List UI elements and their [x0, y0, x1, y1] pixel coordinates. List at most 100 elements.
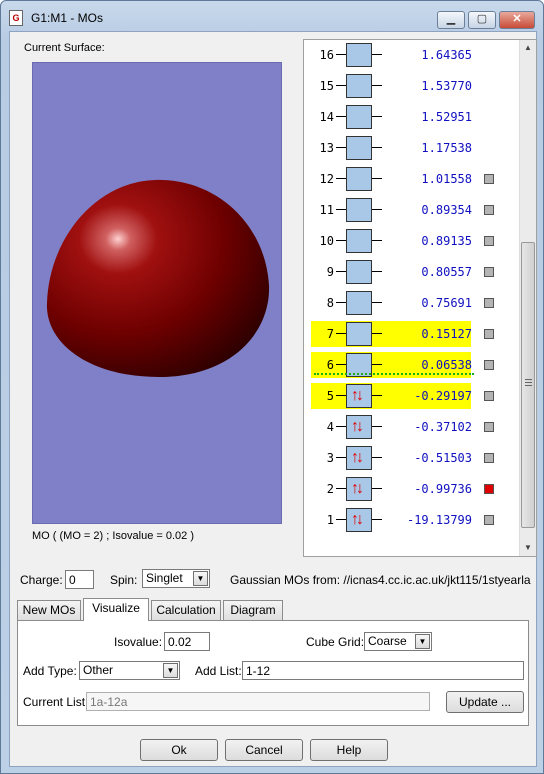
orbital-box[interactable] [346, 43, 372, 67]
mo-number: 13 [319, 141, 334, 155]
mo-energy-list[interactable]: 16 1.64365 15 1.53770 14 1.52951 13 1.17538 12 1.… [303, 39, 537, 557]
mo-row[interactable]: 11 0.89354 [304, 197, 516, 223]
gaussian-source-text: Gaussian MOs from: //icnas4.cc.ic.ac.uk/… [230, 573, 531, 587]
chevron-down-icon[interactable]: ▼ [163, 663, 178, 678]
level-line [372, 178, 382, 179]
mo-row[interactable]: 12 1.01558 [304, 166, 516, 192]
tab-new-mos[interactable]: New MOs [17, 600, 81, 620]
charge-field[interactable]: 0 [65, 570, 94, 589]
mo-select-checkbox[interactable] [484, 174, 494, 184]
add-type-select[interactable]: Other ▼ [79, 661, 180, 680]
orbital-box[interactable] [346, 167, 372, 191]
mo-list-scrollbar[interactable]: ▲ ▼ [519, 40, 536, 556]
mo-row[interactable]: 8 0.75691 [304, 290, 516, 316]
mo-select-checkbox[interactable] [484, 484, 494, 494]
chevron-down-icon[interactable]: ▼ [193, 571, 208, 586]
level-line [372, 457, 382, 458]
mo-energy: 1.17538 [421, 141, 472, 155]
level-line [372, 426, 382, 427]
mo-select-checkbox[interactable] [484, 329, 494, 339]
title-bar[interactable]: G G1:M1 - MOs ▁ ▢ ✕ [1, 1, 543, 31]
spin-pair-icon: ↑↓ [351, 480, 364, 497]
add-list-field[interactable]: 1-12 [242, 661, 524, 680]
cube-grid-select[interactable]: Coarse ▼ [364, 632, 432, 651]
mo-number: 9 [326, 265, 334, 279]
tab-diagram[interactable]: Diagram [223, 600, 283, 620]
minimize-button[interactable]: ▁ [437, 11, 465, 29]
mo-row[interactable]: 16 1.64365 [304, 42, 516, 68]
mo-select-checkbox[interactable] [484, 453, 494, 463]
level-line [372, 519, 382, 520]
mo-select-checkbox[interactable] [484, 360, 494, 370]
mo-energy: -0.37102 [414, 420, 472, 434]
mo-row[interactable]: 15 1.53770 [304, 73, 516, 99]
mos-window: G G1:M1 - MOs ▁ ▢ ✕ Current Surface: MO … [0, 0, 544, 774]
scroll-thumb[interactable] [521, 242, 535, 528]
orbital-box[interactable]: ↑↓ [346, 508, 372, 532]
mo-number: 15 [319, 79, 334, 93]
mo-select-checkbox[interactable] [484, 515, 494, 525]
orbital-box[interactable] [346, 105, 372, 129]
mo-energy: 0.15127 [421, 327, 472, 341]
spin-label: Spin: [110, 573, 138, 587]
level-line [336, 116, 346, 117]
scroll-up-icon[interactable]: ▲ [520, 40, 536, 56]
mo-energy: 0.89354 [421, 203, 472, 217]
orbital-box[interactable] [346, 136, 372, 160]
orbital-box[interactable]: ↑↓ [346, 446, 372, 470]
chevron-down-icon[interactable]: ▼ [415, 634, 430, 649]
spin-select[interactable]: Singlet ▼ [142, 569, 210, 588]
mo-row[interactable]: 4 ↑↓ -0.37102 [304, 414, 516, 440]
isovalue-label: Isovalue: [114, 635, 163, 649]
level-line [336, 457, 346, 458]
orbital-box[interactable] [346, 198, 372, 222]
mo-row[interactable]: 5 ↑↓ -0.29197 [304, 383, 516, 409]
close-button[interactable]: ✕ [499, 11, 535, 29]
current-surface-label: Current Surface: [24, 42, 105, 54]
mo-select-checkbox[interactable] [484, 422, 494, 432]
mo-energy: 1.52951 [421, 110, 472, 124]
mo-row[interactable]: 14 1.52951 [304, 104, 516, 130]
level-line [336, 54, 346, 55]
level-line [372, 364, 382, 365]
mo-row[interactable]: 2 ↑↓ -0.99736 [304, 476, 516, 502]
surface-viewport[interactable] [32, 62, 282, 524]
orbital-box[interactable]: ↑↓ [346, 477, 372, 501]
mo-number: 7 [326, 327, 334, 341]
orbital-box[interactable] [346, 229, 372, 253]
tab-calculation[interactable]: Calculation [151, 600, 221, 620]
orbital-box[interactable]: ↑↓ [346, 415, 372, 439]
mo-row[interactable]: 7 0.15127 [304, 321, 516, 347]
mo-number: 11 [319, 203, 334, 217]
orbital-box[interactable] [346, 291, 372, 315]
ok-button[interactable]: Ok [140, 739, 218, 761]
orbital-box[interactable] [346, 260, 372, 284]
mo-row[interactable]: 3 ↑↓ -0.51503 [304, 445, 516, 471]
update-button[interactable]: Update ... [446, 691, 524, 713]
scroll-down-icon[interactable]: ▼ [520, 540, 536, 556]
orbital-box[interactable] [346, 322, 372, 346]
mo-energy: 1.64365 [421, 48, 472, 62]
grip-line [525, 385, 532, 386]
mo-select-checkbox[interactable] [484, 236, 494, 246]
current-list-field: 1a-12a [86, 692, 430, 711]
mo-row[interactable]: 10 0.89135 [304, 228, 516, 254]
orbital-box[interactable] [346, 74, 372, 98]
homo-lumo-separator [314, 373, 474, 375]
level-line [372, 85, 382, 86]
mo-select-checkbox[interactable] [484, 205, 494, 215]
tab-visualize[interactable]: Visualize [83, 598, 149, 621]
mo-row[interactable]: 1 ↑↓ -19.13799 [304, 507, 516, 533]
mo-row[interactable]: 9 0.80557 [304, 259, 516, 285]
mo-select-checkbox[interactable] [484, 298, 494, 308]
isovalue-field[interactable]: 0.02 [164, 632, 210, 651]
maximize-button[interactable]: ▢ [468, 11, 496, 29]
mo-select-checkbox[interactable] [484, 267, 494, 277]
cancel-button[interactable]: Cancel [225, 739, 303, 761]
mo-select-checkbox[interactable] [484, 391, 494, 401]
orbital-box[interactable]: ↑↓ [346, 384, 372, 408]
level-line [372, 488, 382, 489]
help-button[interactable]: Help [310, 739, 388, 761]
mo-row[interactable]: 13 1.17538 [304, 135, 516, 161]
level-line [336, 302, 346, 303]
